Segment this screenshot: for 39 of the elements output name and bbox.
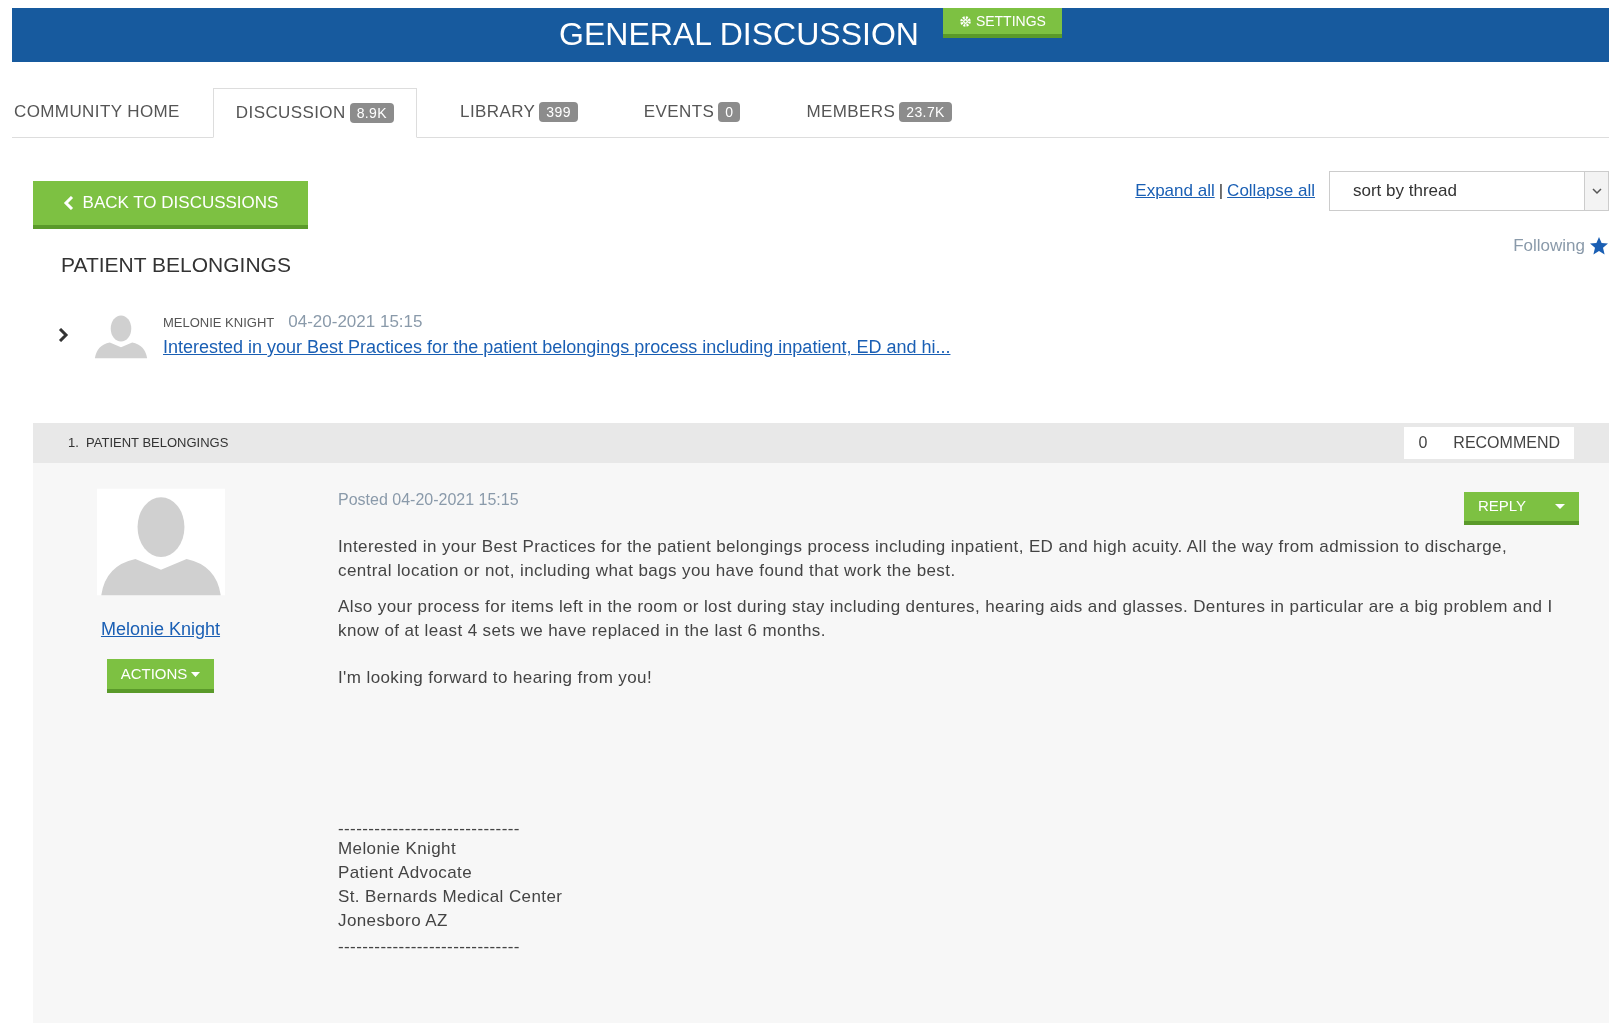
post-date: 04-20-2021 15:15: [288, 310, 423, 333]
star-icon: [1589, 235, 1609, 256]
tab[interactable]: EVENTS 0: [620, 87, 764, 137]
tab[interactable]: DISCUSSION 8.9K: [212, 88, 418, 138]
sort-select[interactable]: sort by thread: [1329, 171, 1609, 211]
post-heading: 1. PATIENT BELONGINGS: [68, 434, 229, 453]
recommend-button[interactable]: 0 RECOMMEND: [1404, 427, 1574, 459]
post-paragraph: Interested in your Best Practices for the patient belongings process including inpatient, ED and high acuity. All the way from admission to discharge, central location or not, including what bags you have found that work the best.: [338, 536, 1509, 582]
posted-date: Posted 04-20-2021 15:15: [338, 490, 519, 510]
count-badge: 399: [539, 102, 578, 122]
post-paragraph: I'm looking forward to hearing from you!: [338, 667, 654, 689]
expand-all-link[interactable]: Expand all: [1135, 178, 1215, 204]
signature-line: St. Bernards Medical Center: [338, 886, 564, 908]
author-name: MELONIE KNIGHT: [163, 313, 275, 332]
signature-line: Melonie Knight: [338, 838, 458, 860]
caret-icon: [191, 671, 201, 677]
signature-line: ------------------------------: [338, 936, 521, 958]
caret-icon: [1555, 504, 1565, 509]
author-link[interactable]: Melonie Knight: [100, 616, 221, 643]
signature-line: Jonesboro AZ: [338, 910, 449, 932]
thread-link[interactable]: Interested in your Best Practices for the patient belongings process including inpatient, ED and hi...: [163, 334, 951, 361]
avatar-icon: [96, 488, 225, 596]
chevron-left-icon: [62, 196, 75, 210]
following-label: Following: [1513, 235, 1585, 257]
signature-line: Patient Advocate: [338, 862, 473, 884]
count-badge: 23.7K: [899, 102, 952, 122]
link-separator: |: [1218, 180, 1224, 203]
tab[interactable]: LIBRARY 399: [437, 87, 601, 137]
page-title: GENERAL DISCUSSION: [559, 18, 919, 50]
collapse-all-link[interactable]: Collapse all: [1227, 178, 1315, 204]
signature-line: ------------------------------: [338, 821, 521, 837]
thread-title: PATIENT BELONGINGS: [61, 252, 291, 278]
post-paragraph: Also your process for items left in the room or lost during stay including dentures, hearing aids and glasses. Dentures in particular are a big problem and I know of at least 4 sets we have replaced in the last 6 months.: [338, 596, 1554, 642]
tab[interactable]: COMMUNITY HOME: [12, 87, 203, 137]
settings-icon: [958, 14, 972, 28]
count-badge: 0: [718, 102, 741, 122]
count-badge: 8.9K: [349, 103, 395, 123]
tab[interactable]: MEMBERS 23.7K: [783, 87, 975, 137]
dropdown-caret-icon: [1591, 187, 1602, 195]
